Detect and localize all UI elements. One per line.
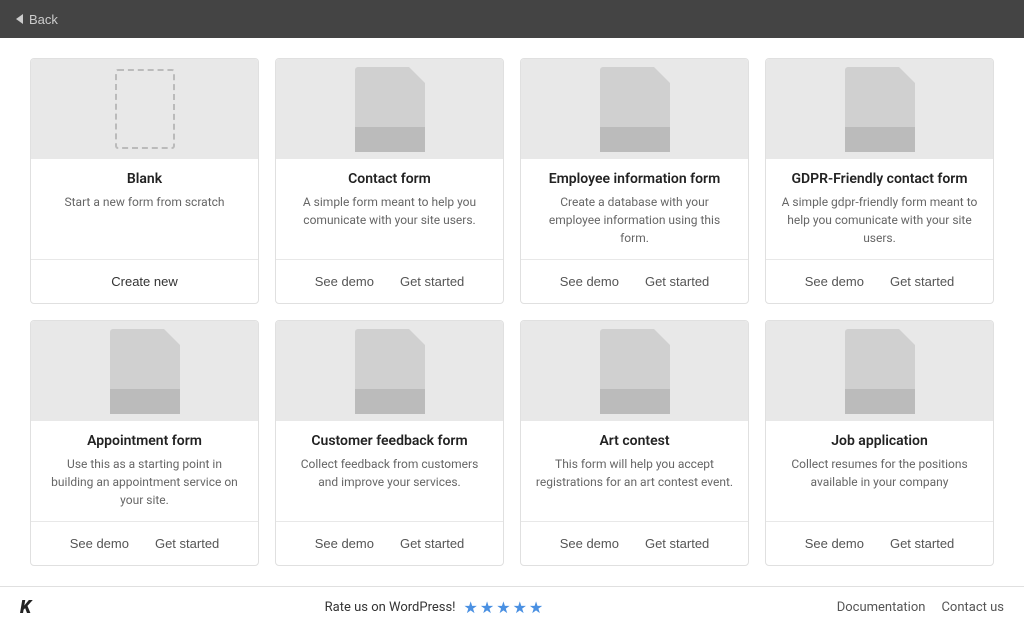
card-employee-information: Employee information form Create a databa… [520, 58, 749, 304]
get-started-button-employee-information[interactable]: Get started [637, 270, 717, 293]
form-template-icon [845, 329, 915, 414]
brand-logo: K [20, 597, 31, 618]
card-thumbnail-job-application [766, 321, 993, 421]
rating-section: Rate us on WordPress! ★★★★★ [325, 598, 544, 617]
star-icon: ★ [480, 598, 494, 617]
back-label: Back [29, 12, 58, 27]
back-button[interactable]: Back [16, 12, 58, 27]
card-desc-gdpr-contact: A simple gdpr-friendly form meant to hel… [780, 193, 979, 247]
card-title-job-application: Job application [780, 433, 979, 449]
card-desc-job-application: Collect resumes for the positions availa… [780, 455, 979, 509]
card-thumbnail-blank [31, 59, 258, 159]
card-thumbnail-employee-information [521, 59, 748, 159]
card-actions-blank: Create new [31, 259, 258, 303]
top-navigation: Back [0, 0, 1024, 38]
card-title-employee-information: Employee information form [535, 171, 734, 187]
card-title-blank: Blank [45, 171, 244, 187]
card-gdpr-contact: GDPR-Friendly contact form A simple gdpr-… [765, 58, 994, 304]
see-demo-button-job-application[interactable]: See demo [797, 532, 872, 555]
card-actions-job-application: See demo Get started [766, 521, 993, 565]
card-actions-customer-feedback: See demo Get started [276, 521, 503, 565]
get-started-button-job-application[interactable]: Get started [882, 532, 962, 555]
get-started-button-contact-form[interactable]: Get started [392, 270, 472, 293]
form-template-icon [355, 67, 425, 152]
see-demo-button-gdpr-contact[interactable]: See demo [797, 270, 872, 293]
create-new-button-blank[interactable]: Create new [103, 270, 185, 293]
main-content: Blank Start a new form from scratch Create… [0, 38, 1024, 586]
card-actions-employee-information: See demo Get started [521, 259, 748, 303]
form-template-icon [110, 329, 180, 414]
card-thumbnail-customer-feedback [276, 321, 503, 421]
star-icon: ★ [496, 598, 510, 617]
card-title-gdpr-contact: GDPR-Friendly contact form [780, 171, 979, 187]
card-actions-appointment: See demo Get started [31, 521, 258, 565]
form-template-icon [600, 329, 670, 414]
templates-grid: Blank Start a new form from scratch Create… [30, 58, 994, 566]
star-rating: ★★★★★ [464, 598, 544, 617]
see-demo-button-customer-feedback[interactable]: See demo [307, 532, 382, 555]
card-art-contest: Art contest This form will help you accep… [520, 320, 749, 566]
card-thumbnail-art-contest [521, 321, 748, 421]
card-desc-blank: Start a new form from scratch [45, 193, 244, 247]
card-body-employee-information: Employee information form Create a databa… [521, 159, 748, 259]
card-title-contact-form: Contact form [290, 171, 489, 187]
card-appointment: Appointment form Use this as a starting p… [30, 320, 259, 566]
get-started-button-customer-feedback[interactable]: Get started [392, 532, 472, 555]
card-customer-feedback: Customer feedback form Collect feedback f… [275, 320, 504, 566]
form-template-icon [355, 329, 425, 414]
card-thumbnail-appointment [31, 321, 258, 421]
card-blank: Blank Start a new form from scratch Create… [30, 58, 259, 304]
card-contact-form: Contact form A simple form meant to help … [275, 58, 504, 304]
card-body-blank: Blank Start a new form from scratch [31, 159, 258, 259]
see-demo-button-art-contest[interactable]: See demo [552, 532, 627, 555]
card-actions-art-contest: See demo Get started [521, 521, 748, 565]
rating-text: Rate us on WordPress! [325, 600, 456, 615]
page-footer: K Rate us on WordPress! ★★★★★ Documentat… [0, 586, 1024, 628]
card-actions-contact-form: See demo Get started [276, 259, 503, 303]
card-thumbnail-gdpr-contact [766, 59, 993, 159]
card-desc-art-contest: This form will help you accept registrat… [535, 455, 734, 509]
get-started-button-appointment[interactable]: Get started [147, 532, 227, 555]
footer-link-documentation[interactable]: Documentation [837, 600, 926, 615]
card-title-art-contest: Art contest [535, 433, 734, 449]
footer-links: Documentation Contact us [837, 600, 1004, 615]
card-body-appointment: Appointment form Use this as a starting p… [31, 421, 258, 521]
footer-link-contact-us[interactable]: Contact us [941, 600, 1004, 615]
card-thumbnail-contact-form [276, 59, 503, 159]
card-title-customer-feedback: Customer feedback form [290, 433, 489, 449]
see-demo-button-employee-information[interactable]: See demo [552, 270, 627, 293]
blank-form-icon [115, 69, 175, 149]
get-started-button-gdpr-contact[interactable]: Get started [882, 270, 962, 293]
card-body-job-application: Job application Collect resumes for the p… [766, 421, 993, 521]
card-body-customer-feedback: Customer feedback form Collect feedback f… [276, 421, 503, 521]
star-icon: ★ [464, 598, 478, 617]
card-title-appointment: Appointment form [45, 433, 244, 449]
form-template-icon [845, 67, 915, 152]
star-icon: ★ [529, 598, 543, 617]
star-icon: ★ [513, 598, 527, 617]
form-template-icon [600, 67, 670, 152]
card-body-contact-form: Contact form A simple form meant to help … [276, 159, 503, 259]
card-desc-customer-feedback: Collect feedback from customers and impr… [290, 455, 489, 509]
card-desc-employee-information: Create a database with your employee inf… [535, 193, 734, 247]
card-desc-appointment: Use this as a starting point in building… [45, 455, 244, 509]
card-body-gdpr-contact: GDPR-Friendly contact form A simple gdpr-… [766, 159, 993, 259]
chevron-left-icon [16, 14, 23, 24]
card-desc-contact-form: A simple form meant to help you comunica… [290, 193, 489, 247]
card-body-art-contest: Art contest This form will help you accep… [521, 421, 748, 521]
card-job-application: Job application Collect resumes for the p… [765, 320, 994, 566]
card-actions-gdpr-contact: See demo Get started [766, 259, 993, 303]
get-started-button-art-contest[interactable]: Get started [637, 532, 717, 555]
see-demo-button-appointment[interactable]: See demo [62, 532, 137, 555]
see-demo-button-contact-form[interactable]: See demo [307, 270, 382, 293]
